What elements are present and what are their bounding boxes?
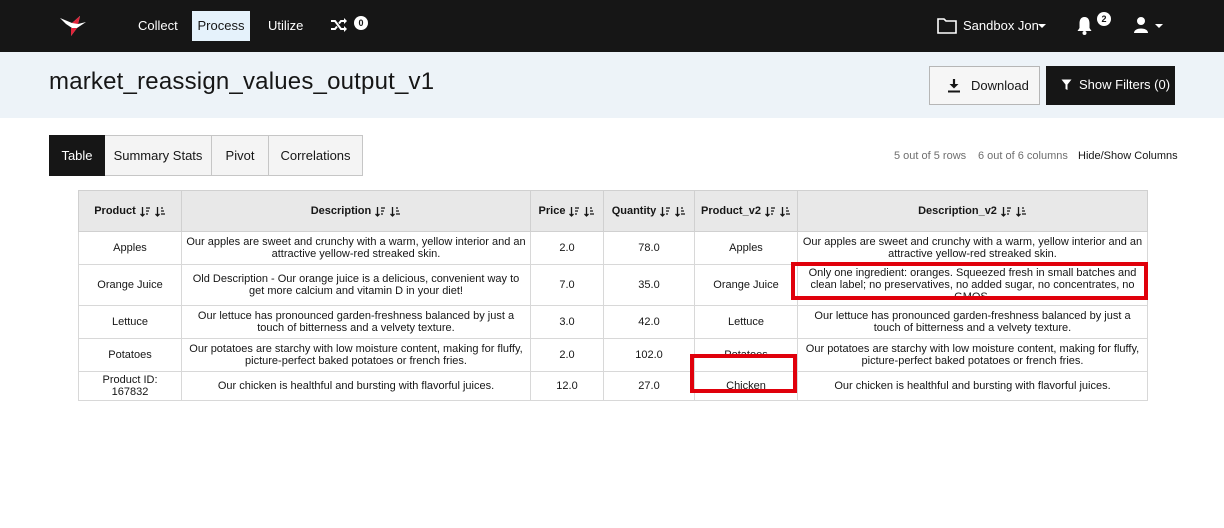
column-header-content: Description_v2 xyxy=(918,205,1027,217)
sort-descending-icon[interactable] xyxy=(675,206,686,217)
table-body: Apples Our apples are sweet and crunchy w… xyxy=(78,231,1148,401)
notification-count-badge: 2 xyxy=(1097,12,1111,26)
sort-descending-icon[interactable] xyxy=(154,206,166,217)
table-cell: Lettuce xyxy=(694,305,798,339)
table-cell: Our apples are sweet and crunchy with a … xyxy=(797,231,1148,265)
folder-icon[interactable] xyxy=(937,17,957,34)
bell-icon[interactable] xyxy=(1076,16,1093,35)
column-header[interactable]: Description_v2 xyxy=(797,190,1148,232)
tab-correlations[interactable]: Correlations xyxy=(269,135,363,176)
chevron-down-icon[interactable] xyxy=(1154,22,1164,30)
user-icon[interactable] xyxy=(1133,16,1149,34)
table-cell: 2.0 xyxy=(530,231,604,265)
nav-utilize[interactable]: Utilize xyxy=(260,11,311,41)
column-header-content: Product_v2 xyxy=(701,205,791,217)
table-cell: 2.0 xyxy=(530,338,604,372)
table-cell: Our lettuce has pronounced garden-freshn… xyxy=(181,305,531,339)
table-cell: 42.0 xyxy=(603,305,695,339)
sort-descending-icon[interactable] xyxy=(1015,206,1027,217)
column-header-label: Product_v2 xyxy=(701,205,761,217)
page-title: market_reassign_values_output_v1 xyxy=(49,68,435,95)
shuffle-icon[interactable] xyxy=(330,17,348,33)
download-icon xyxy=(948,79,960,93)
table-cell: 3.0 xyxy=(530,305,604,339)
column-header-label: Description xyxy=(310,205,372,217)
table-cell: Potatoes xyxy=(78,338,182,372)
chevron-down-icon[interactable] xyxy=(1037,22,1047,30)
sort-ascending-icon[interactable] xyxy=(764,206,776,217)
table-row: Lettuce Our lettuce has pronounced garden… xyxy=(78,305,1148,339)
column-header-label: Price xyxy=(538,205,566,217)
nav-process[interactable]: Process xyxy=(192,11,250,41)
table-cell: Our potatoes are starchy with low moistu… xyxy=(797,338,1148,372)
column-header-label: Quantity xyxy=(611,205,657,217)
column-header-content: Price xyxy=(539,205,596,217)
row-count: 5 out of 5 rows xyxy=(894,150,967,162)
filter-icon xyxy=(1061,79,1072,90)
table-cell: 102.0 xyxy=(603,338,695,372)
tab-table[interactable]: Table xyxy=(49,135,105,176)
column-header[interactable]: Product_v2 xyxy=(694,190,798,232)
table-cell: 7.0 xyxy=(530,264,604,306)
table-cell: Product ID: 167832 xyxy=(78,371,182,401)
column-header-content: Product xyxy=(94,205,166,217)
sort-ascending-icon[interactable] xyxy=(1000,206,1012,217)
top-nav: Collect Process Utilize 0 Sandbox Jon 2 xyxy=(0,0,1224,52)
table-cell: Apples xyxy=(78,231,182,265)
table-cell: 35.0 xyxy=(603,264,695,306)
table-row: Product ID: 167832 Our chicken is healthf… xyxy=(78,371,1148,401)
column-header[interactable]: Price xyxy=(530,190,604,232)
tab-pivot[interactable]: Pivot xyxy=(212,135,269,176)
sort-ascending-icon[interactable] xyxy=(660,206,671,217)
table-cell: Lettuce xyxy=(78,305,182,339)
table-cell: Our lettuce has pronounced garden-freshn… xyxy=(797,305,1148,339)
tab-summary-stats[interactable]: Summary Stats xyxy=(105,135,212,176)
sort-ascending-icon[interactable] xyxy=(569,206,580,217)
download-button[interactable]: Download xyxy=(929,66,1040,105)
sort-ascending-icon[interactable] xyxy=(375,206,386,217)
table-cell: Our apples are sweet and crunchy with a … xyxy=(181,231,531,265)
highlight-box-product-v2 xyxy=(690,354,797,393)
sort-descending-icon[interactable] xyxy=(584,206,595,217)
highlight-box-description-v2 xyxy=(791,262,1148,300)
table-cell: 27.0 xyxy=(603,371,695,401)
download-label: Download xyxy=(971,78,1029,93)
table-cell: 12.0 xyxy=(530,371,604,401)
column-header-label: Product xyxy=(94,205,136,217)
nav-collect[interactable]: Collect xyxy=(130,11,186,41)
table-cell: Orange Juice xyxy=(694,264,798,306)
column-header[interactable]: Product xyxy=(78,190,182,232)
table-header-row: Product Description Price Quantity Product_v… xyxy=(78,190,1148,232)
show-filters-label: Show Filters (0) xyxy=(1079,77,1171,92)
table-cell: Apples xyxy=(694,231,798,265)
table-cell: Our chicken is healthful and bursting wi… xyxy=(181,371,531,401)
hide-show-columns-link[interactable]: Hide/Show Columns xyxy=(1078,150,1178,162)
table-cell: 78.0 xyxy=(603,231,695,265)
table-cell: Our potatoes are starchy with low moistu… xyxy=(181,338,531,372)
column-count: 6 out of 6 columns xyxy=(978,150,1068,162)
column-header-label: Description_v2 xyxy=(918,205,997,217)
show-filters-button[interactable]: Show Filters (0) xyxy=(1046,66,1175,105)
column-header[interactable]: Description xyxy=(181,190,531,232)
table-cell: Orange Juice xyxy=(78,264,182,306)
table-cell: Old Description - Our orange juice is a … xyxy=(181,264,531,306)
hummingbird-logo-icon[interactable] xyxy=(58,12,88,38)
sort-descending-icon[interactable] xyxy=(779,206,791,217)
table-row: Potatoes Our potatoes are starchy with lo… xyxy=(78,338,1148,372)
sandbox-selector[interactable]: Sandbox Jon xyxy=(963,11,1039,41)
sort-ascending-icon[interactable] xyxy=(139,206,151,217)
column-header-content: Quantity xyxy=(612,205,687,217)
view-tabs: Table Summary Stats Pivot Correlations xyxy=(49,135,363,176)
column-header-content: Description xyxy=(311,205,402,217)
table-cell: Our chicken is healthful and bursting wi… xyxy=(797,371,1148,401)
sort-descending-icon[interactable] xyxy=(390,206,401,217)
shuffle-count-badge: 0 xyxy=(354,16,368,30)
table-row: Apples Our apples are sweet and crunchy w… xyxy=(78,231,1148,265)
column-header[interactable]: Quantity xyxy=(603,190,695,232)
